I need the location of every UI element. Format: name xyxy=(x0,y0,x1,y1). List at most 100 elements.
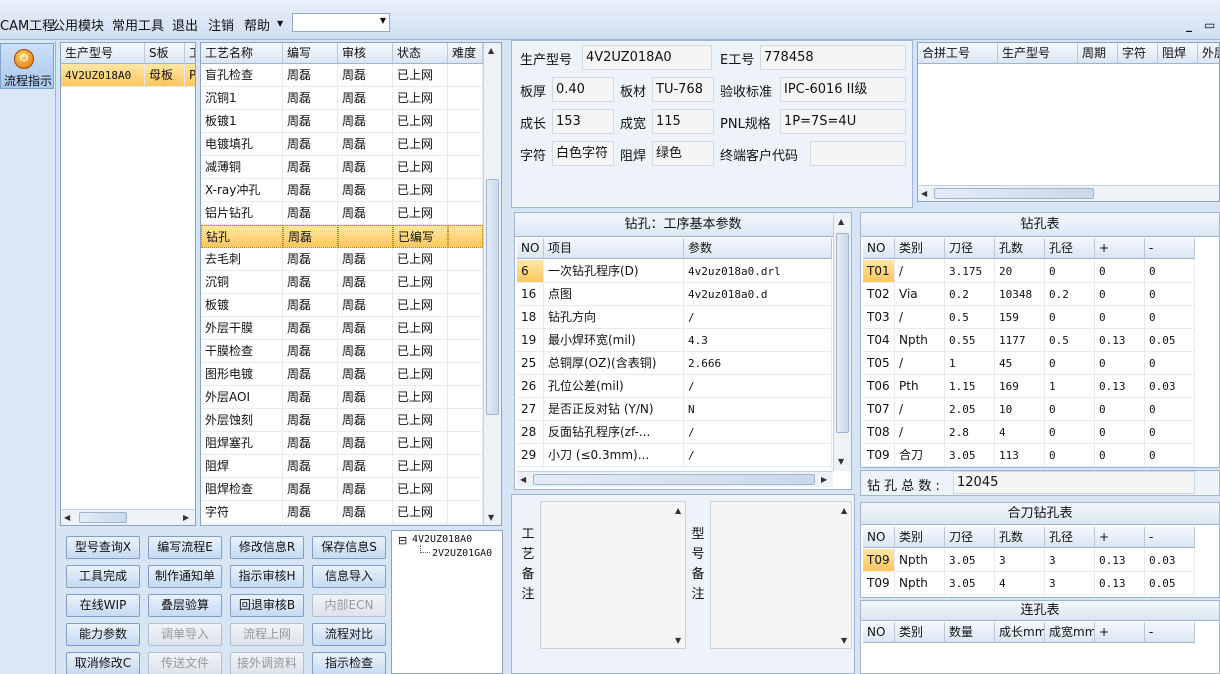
table-cell[interactable]: 周磊 xyxy=(338,386,393,409)
table-cell[interactable]: 3.05 xyxy=(945,549,995,572)
action-button[interactable]: 在线WIP xyxy=(66,594,140,617)
table-cell[interactable]: 0 xyxy=(1095,283,1145,306)
table-cell[interactable] xyxy=(448,409,483,432)
table-cell[interactable]: 0.2 xyxy=(945,283,995,306)
table-cell[interactable]: 钻孔 xyxy=(201,225,283,248)
table-cell[interactable]: 阻焊 xyxy=(201,455,283,478)
table-cell[interactable] xyxy=(448,455,483,478)
table-cell[interactable]: 0.13 xyxy=(1095,329,1145,352)
table-cell[interactable]: T03 xyxy=(863,306,895,329)
table-cell[interactable]: 45 xyxy=(995,352,1045,375)
table-cell[interactable]: 已上网 xyxy=(393,432,448,455)
table-cell[interactable]: / xyxy=(684,306,832,329)
table-cell[interactable]: 是否正反对钻 (Y/N) xyxy=(544,398,684,421)
col-header[interactable]: 孔径 xyxy=(1045,238,1095,259)
table-cell[interactable]: 沉铜 xyxy=(201,271,283,294)
table-cell[interactable]: 10348 xyxy=(995,283,1045,306)
col-header[interactable]: 成长mm xyxy=(995,622,1045,643)
table-cell[interactable]: 113 xyxy=(995,444,1045,467)
table-cell[interactable]: 周磊 xyxy=(283,64,338,87)
table-cell[interactable] xyxy=(448,87,483,110)
table-cell[interactable]: 0 xyxy=(1095,421,1145,444)
minimize-icon[interactable]: _ xyxy=(1186,18,1192,32)
col-header[interactable]: 字符 xyxy=(1118,43,1158,64)
table-cell[interactable]: 已上网 xyxy=(393,363,448,386)
table-cell[interactable]: 已上网 xyxy=(393,202,448,225)
table-cell[interactable]: 周磊 xyxy=(338,156,393,179)
col-header[interactable]: 类别 xyxy=(895,238,945,259)
table-cell[interactable]: 外层干膜 xyxy=(201,317,283,340)
col-header[interactable]: 成宽mm xyxy=(1045,622,1095,643)
scroll-down-icon[interactable]: ▼ xyxy=(838,457,844,466)
table-cell[interactable]: 周磊 xyxy=(338,179,393,202)
table-cell[interactable]: 已上网 xyxy=(393,501,448,524)
horizontal-scrollbar[interactable]: ◀ ▶ xyxy=(61,509,195,525)
restore-icon[interactable]: ▭ xyxy=(1204,18,1215,32)
col-header[interactable]: 编写 xyxy=(283,43,338,64)
scroll-down-icon[interactable]: ▼ xyxy=(675,636,681,645)
table-cell[interactable]: / xyxy=(684,375,832,398)
table-cell[interactable] xyxy=(448,156,483,179)
table-cell[interactable]: 0.03 xyxy=(1145,375,1195,398)
table-cell[interactable] xyxy=(448,386,483,409)
table-cell[interactable] xyxy=(448,248,483,271)
table-cell[interactable]: 159 xyxy=(995,306,1045,329)
table-cell[interactable]: 1 xyxy=(945,352,995,375)
action-button[interactable]: 工具完成 xyxy=(66,565,140,588)
table-cell[interactable] xyxy=(448,501,483,524)
scroll-thumb[interactable] xyxy=(79,512,127,523)
table-cell[interactable]: 3.175 xyxy=(945,260,995,283)
table-cell[interactable]: / xyxy=(684,444,832,467)
table-cell[interactable]: 0.5 xyxy=(945,306,995,329)
col-header[interactable]: 刀径 xyxy=(945,238,995,259)
table-cell[interactable]: 已上网 xyxy=(393,271,448,294)
action-button[interactable]: 指示检查 xyxy=(312,652,386,674)
table-cell[interactable]: 0.05 xyxy=(1145,572,1195,595)
process-remark-field[interactable]: ▲ ▼ xyxy=(540,501,686,649)
action-button[interactable]: 流程对比 xyxy=(312,623,386,646)
horizontal-scrollbar[interactable]: ◀ xyxy=(918,185,1219,201)
table-cell[interactable]: 周磊 xyxy=(283,225,338,248)
standard-field[interactable]: IPC-6016 II级 xyxy=(780,77,906,102)
table-cell[interactable]: T09 xyxy=(863,444,895,467)
table-cell[interactable]: 3 xyxy=(1045,572,1095,595)
table-cell[interactable]: 总铜厚(OZ)(含表铜) xyxy=(544,352,684,375)
col-header[interactable]: 类别 xyxy=(895,527,945,548)
table-cell[interactable]: 0 xyxy=(1095,444,1145,467)
table-cell[interactable]: 19 xyxy=(517,329,544,352)
table-cell[interactable]: 周磊 xyxy=(283,110,338,133)
table-cell[interactable]: Npth xyxy=(895,329,945,352)
table-cell[interactable]: 0.13 xyxy=(1095,549,1145,572)
table-cell[interactable]: 0 xyxy=(1095,398,1145,421)
table-cell[interactable]: T01 xyxy=(863,260,895,283)
table-cell[interactable]: 0 xyxy=(1145,444,1195,467)
table-cell[interactable]: 周磊 xyxy=(338,455,393,478)
scroll-up-icon[interactable]: ▲ xyxy=(838,217,844,226)
table-cell[interactable]: 0 xyxy=(1045,444,1095,467)
table-cell[interactable] xyxy=(448,294,483,317)
table-cell[interactable]: 周磊 xyxy=(338,432,393,455)
col-header[interactable]: 外层 xyxy=(1198,43,1219,64)
table-cell[interactable]: 周磊 xyxy=(338,271,393,294)
table-cell[interactable]: 已上网 xyxy=(393,317,448,340)
table-cell[interactable]: 0.03 xyxy=(1145,549,1195,572)
col-header[interactable]: 周期 xyxy=(1078,43,1118,64)
table-cell[interactable]: 4 xyxy=(995,572,1045,595)
table-cell[interactable]: 3 xyxy=(1045,549,1095,572)
vertical-scrollbar[interactable]: ▲ ▼ xyxy=(833,213,851,471)
table-cell[interactable]: 2.05 xyxy=(945,398,995,421)
table-cell[interactable]: T08 xyxy=(863,421,895,444)
table-cell[interactable] xyxy=(448,478,483,501)
table-cell[interactable]: 0 xyxy=(1145,283,1195,306)
action-button[interactable]: 信息导入 xyxy=(312,565,386,588)
table-cell[interactable] xyxy=(448,179,483,202)
table-cell[interactable]: 0 xyxy=(1045,352,1095,375)
table-cell[interactable]: 已上网 xyxy=(393,409,448,432)
vertical-scrollbar[interactable]: ▲ ▼ xyxy=(483,43,501,525)
table-cell[interactable]: 图形电镀 xyxy=(201,363,283,386)
table-cell[interactable]: Via xyxy=(895,283,945,306)
table-cell[interactable]: 27 xyxy=(517,398,544,421)
action-button[interactable]: 能力参数 xyxy=(66,623,140,646)
table-cell[interactable]: 已上网 xyxy=(393,87,448,110)
col-header[interactable]: 数量 xyxy=(945,622,995,643)
